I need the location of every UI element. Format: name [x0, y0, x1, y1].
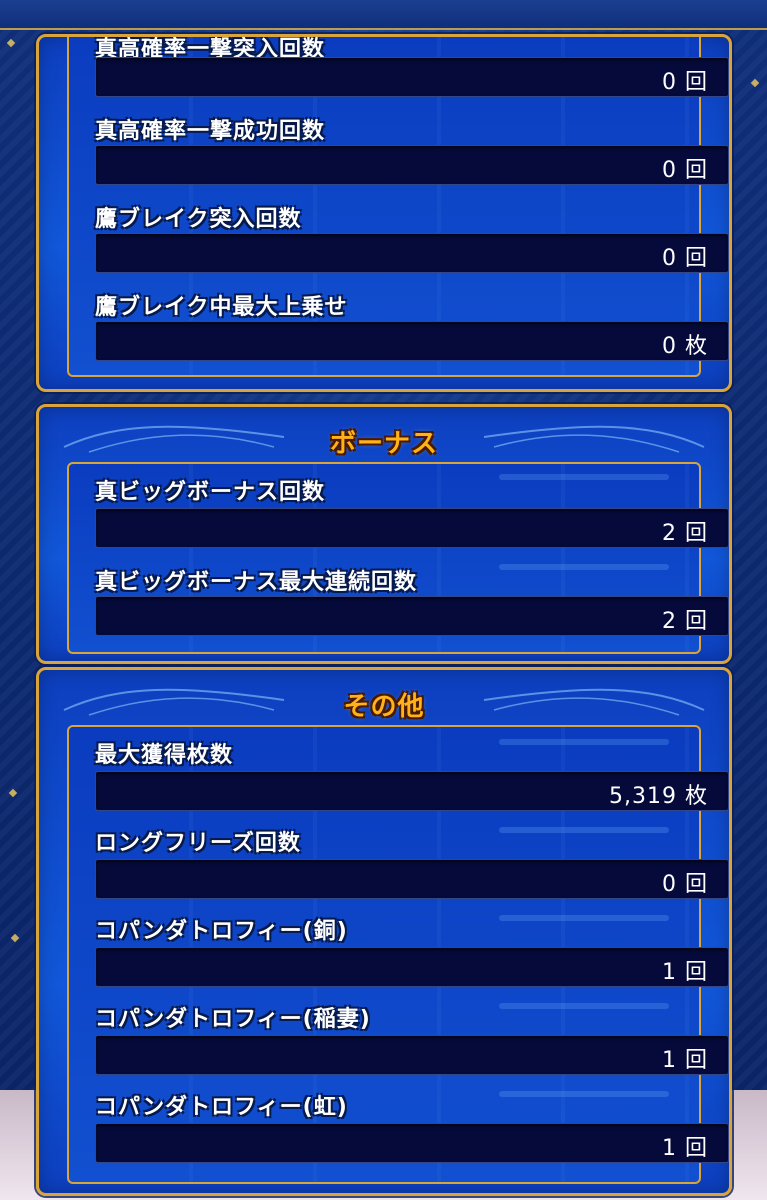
- stat-value-box: 1 回: [95, 1035, 729, 1075]
- stat-value: 1 回: [662, 960, 708, 985]
- section-title: ボーナス: [329, 429, 438, 459]
- decorative-stripe: [499, 827, 669, 833]
- bonus-panel-inner: 真ビッグボーナス回数 2 回 真ビッグボーナス最大連続回数 2 回: [67, 462, 729, 654]
- stat-value-box: 0 枚: [95, 321, 729, 361]
- stat-value: 2 回: [662, 521, 708, 546]
- stat-label: 鷹ブレイク中最大上乗せ: [95, 295, 348, 320]
- top-ornament-bar: [0, 0, 767, 30]
- stat-value: 0 回: [662, 70, 708, 95]
- stats-panel-main: 真高確率一撃突入回数 0 回 真高確率一撃成功回数 0 回 鷹ブレイク突入回数 …: [36, 34, 732, 392]
- stat-value-box: 1 回: [95, 1123, 729, 1163]
- stat-label: コパンダトロフィー(銅): [95, 919, 348, 944]
- decorative-stripe: [499, 1003, 669, 1009]
- stats-panel-main-inner: 真高確率一撃突入回数 0 回 真高確率一撃成功回数 0 回 鷹ブレイク突入回数 …: [67, 37, 729, 377]
- stat-value: 0 枚: [662, 334, 708, 359]
- stat-value-box: 0 回: [95, 233, 729, 273]
- decorative-stripe: [499, 739, 669, 745]
- stat-value-box: 1 回: [95, 947, 729, 987]
- stat-value: 2 回: [662, 609, 708, 634]
- stat-label: ロングフリーズ回数: [95, 831, 301, 856]
- stat-label: 真高確率一撃成功回数: [95, 119, 326, 144]
- stat-value: 0 回: [662, 246, 708, 271]
- stat-value-box: 5,319 枚: [95, 771, 729, 811]
- stat-label: コパンダトロフィー(虹): [95, 1095, 348, 1120]
- stat-value-box: 2 回: [95, 508, 729, 548]
- stat-label: 最大獲得枚数: [95, 743, 234, 768]
- stat-value: 0 回: [662, 158, 708, 183]
- stat-value: 0 回: [662, 872, 708, 897]
- stat-label: コパンダトロフィー(稲妻): [95, 1007, 371, 1032]
- stat-label: 真ビッグボーナス最大連続回数: [95, 570, 418, 595]
- stat-value-box: 0 回: [95, 859, 729, 899]
- stat-value-box: 2 回: [95, 596, 729, 636]
- stat-label: 鷹ブレイク突入回数: [95, 207, 302, 232]
- other-panel-inner: 最大獲得枚数 5,319 枚 ロングフリーズ回数 0 回 コパンダトロフィー(銅…: [67, 725, 729, 1184]
- decorative-stripe: [499, 564, 669, 570]
- decorative-stripe: [499, 474, 669, 480]
- other-panel: その他 最大獲得枚数 5,319 枚 ロングフリーズ回数 0 回 コパンダトロフ…: [36, 667, 732, 1196]
- decorative-stripe: [499, 1091, 669, 1097]
- stat-label: 真ビッグボーナス回数: [95, 480, 326, 505]
- section-title: その他: [343, 692, 425, 722]
- bonus-panel: ボーナス 真ビッグボーナス回数 2 回 真ビッグボーナス最大連続回数 2 回: [36, 404, 732, 664]
- stat-value-box: 0 回: [95, 145, 729, 185]
- decorative-stripe: [499, 915, 669, 921]
- stat-value-box: 0 回: [95, 57, 729, 97]
- stat-value: 5,319 枚: [609, 784, 708, 809]
- stat-value: 1 回: [662, 1136, 708, 1161]
- stat-value: 1 回: [662, 1048, 708, 1073]
